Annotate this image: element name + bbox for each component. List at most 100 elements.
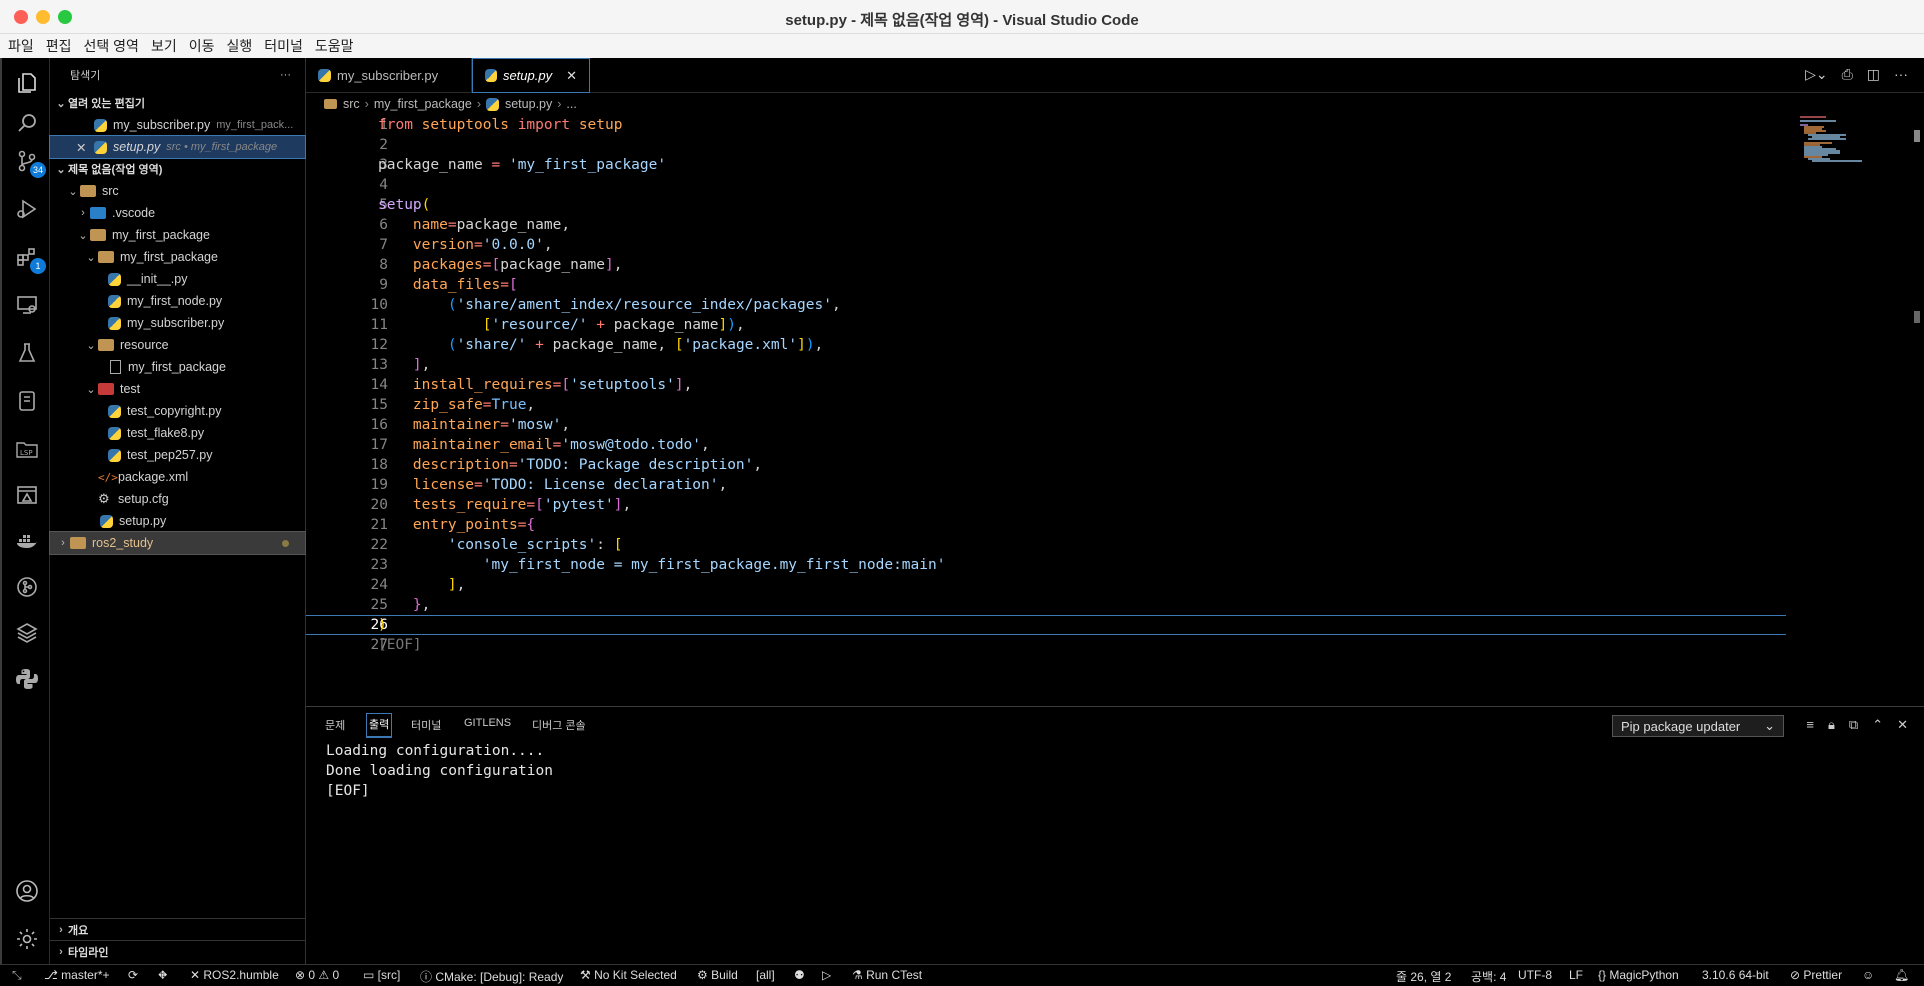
- source-control-icon[interactable]: 34: [14, 148, 46, 178]
- run-python-icon[interactable]: ▷⌄: [1805, 66, 1828, 83]
- tree-folder-ros2-study[interactable]: › ros2_study: [49, 531, 306, 555]
- tab-close-icon[interactable]: ✕: [566, 68, 577, 84]
- ctest-button[interactable]: ⚗ Run CTest: [852, 968, 922, 982]
- open-editor-item-active[interactable]: ✕ setup.py src • my_first_package: [49, 135, 306, 159]
- menu-file[interactable]: 파일: [8, 36, 34, 56]
- tree-folder-src[interactable]: ⌄ src: [50, 180, 305, 202]
- cursor-position[interactable]: 줄 26, 열 2: [1396, 968, 1451, 985]
- menu-selection[interactable]: 선택 영역: [84, 36, 139, 56]
- menu-go[interactable]: 이동: [189, 36, 215, 56]
- menu-help[interactable]: 도움말: [315, 36, 354, 56]
- tab-setup-py[interactable]: setup.py ✕: [472, 58, 590, 93]
- tab-terminal[interactable]: 터미널: [411, 717, 441, 733]
- tab-gitlens[interactable]: GITLENS: [464, 717, 511, 729]
- remote-explorer-icon[interactable]: [14, 292, 40, 318]
- scrollbar-thumb[interactable]: [1914, 130, 1920, 142]
- clear-output-icon[interactable]: ≡: [1806, 717, 1814, 733]
- layers-icon[interactable]: [14, 620, 40, 646]
- tree-folder-vscode[interactable]: › .vscode: [50, 202, 305, 224]
- tree-folder-test[interactable]: ⌄ test: [50, 378, 305, 400]
- menu-run[interactable]: 실행: [226, 36, 252, 56]
- outline-section[interactable]: › 개요: [50, 918, 306, 941]
- tab-output[interactable]: 출력: [366, 713, 393, 738]
- testing-flask-icon[interactable]: [14, 340, 40, 366]
- notifications-bell-icon[interactable]: 🔔︎: [1894, 968, 1909, 982]
- tree-file-package-xml[interactable]: </> package.xml: [50, 466, 305, 488]
- menu-view[interactable]: 보기: [151, 36, 177, 56]
- account-icon[interactable]: [14, 878, 40, 904]
- python-interpreter[interactable]: 3.10.6 64-bit: [1702, 968, 1769, 982]
- prettier-status[interactable]: ⊘ Prettier: [1790, 968, 1842, 982]
- search-icon[interactable]: [14, 110, 40, 136]
- notebook-icon[interactable]: [14, 388, 40, 414]
- end-of-line[interactable]: LF: [1569, 968, 1583, 982]
- tree-file-node[interactable]: my_first_node.py: [50, 290, 305, 312]
- ros-indicator[interactable]: ✕ ROS2.humble: [190, 968, 279, 982]
- tree-file-setup-cfg[interactable]: ⚙ setup.cfg: [50, 488, 305, 510]
- timeline-section[interactable]: › 타임라인: [50, 940, 306, 963]
- menu-edit[interactable]: 편집: [46, 36, 72, 56]
- tree-folder-package[interactable]: ⌄ my_first_package: [50, 224, 305, 246]
- breadcrumb-symbol[interactable]: ...: [566, 97, 576, 111]
- language-mode[interactable]: {} MagicPython: [1598, 968, 1679, 982]
- tree-file-copyright[interactable]: test_copyright.py: [50, 400, 305, 422]
- workspace-section[interactable]: ⌄ 제목 없음(작업 영역): [50, 158, 305, 180]
- indentation[interactable]: 공백: 4: [1471, 968, 1506, 985]
- tree-folder-resource[interactable]: ⌄ resource: [50, 334, 305, 356]
- breadcrumb-file[interactable]: setup.py: [505, 97, 552, 111]
- gitlens-icon[interactable]: [14, 574, 40, 600]
- menu-terminal[interactable]: 터미널: [264, 36, 303, 56]
- tree-file-resource[interactable]: my_first_package: [50, 356, 305, 378]
- split-editor-icon[interactable]: ◫: [1867, 66, 1880, 83]
- maximize-panel-icon[interactable]: ⌃: [1872, 717, 1883, 733]
- breadcrumb-src[interactable]: src: [343, 97, 360, 111]
- code-line-current: 26): [306, 615, 1786, 635]
- build-button[interactable]: ⚙ Build: [697, 968, 738, 982]
- feedback-icon[interactable]: ☺: [1862, 968, 1874, 982]
- python-icon[interactable]: [14, 666, 40, 692]
- settings-gear-icon[interactable]: [14, 926, 40, 952]
- minimap[interactable]: [1796, 115, 1906, 705]
- tab-problems[interactable]: 문제: [325, 717, 345, 733]
- debug-icon[interactable]: ⚉: [794, 968, 805, 982]
- more-actions-icon[interactable]: ···: [1894, 66, 1908, 83]
- close-panel-icon[interactable]: ✕: [1897, 717, 1908, 733]
- tree-file-subscriber[interactable]: my_subscriber.py: [50, 312, 305, 334]
- cmake-status[interactable]: ⓘ CMake: [Debug]: Ready: [420, 968, 563, 985]
- tab-debug-console[interactable]: 디버그 콘솔: [532, 717, 586, 733]
- tree-file-init[interactable]: __init__.py: [50, 268, 305, 290]
- tree-file-setup-py[interactable]: setup.py: [50, 510, 305, 532]
- remote-indicator-icon[interactable]: ⤡: [12, 968, 22, 983]
- sync-icon[interactable]: ⟳: [128, 968, 138, 982]
- copy-icon[interactable]: ⧉: [1849, 717, 1858, 733]
- open-editors-section[interactable]: ⌄ 열려 있는 편집기: [50, 92, 305, 114]
- explorer-icon[interactable]: [14, 70, 40, 96]
- print-icon[interactable]: ⎙: [1842, 66, 1853, 83]
- cmake-icon[interactable]: [14, 482, 40, 508]
- extensions-icon[interactable]: 1: [14, 244, 46, 274]
- git-branch[interactable]: ⎇ master*+: [44, 968, 110, 982]
- lsp-icon[interactable]: LSP: [14, 436, 40, 462]
- lock-icon[interactable]: 🔒︎: [1828, 717, 1835, 733]
- tree-file-flake8[interactable]: test_flake8.py: [50, 422, 305, 444]
- tree-file-pep257[interactable]: test_pep257.py: [50, 444, 305, 466]
- line-number: 16: [370, 417, 388, 433]
- open-editor-item[interactable]: my_subscriber.py my_first_pack...: [50, 114, 305, 136]
- code-editor[interactable]: 1 from setuptools import setup 2 3 package…: [306, 115, 1924, 705]
- code-line: 17 maintainer_email='mosw@todo.todo',: [306, 435, 1786, 455]
- run-icon[interactable]: ▷: [822, 968, 831, 982]
- breadcrumb-package[interactable]: my_first_package: [374, 97, 472, 111]
- git-graph-icon[interactable]: ⛖: [158, 968, 168, 983]
- tree-folder-package-inner[interactable]: ⌄ my_first_package: [50, 246, 305, 268]
- tab-my-subscriber[interactable]: my_subscriber.py: [306, 58, 472, 93]
- more-actions-icon[interactable]: ···: [280, 69, 291, 81]
- build-target[interactable]: [all]: [756, 968, 775, 982]
- encoding[interactable]: UTF-8: [1518, 968, 1552, 982]
- kit-selector[interactable]: ⚒ No Kit Selected: [580, 968, 677, 982]
- problems-indicator[interactable]: ⊗ 0 ⚠ 0: [295, 968, 339, 982]
- close-icon[interactable]: ✕: [76, 140, 94, 155]
- output-channel-select[interactable]: Pip package updater ⌄: [1612, 715, 1784, 737]
- folder-indicator[interactable]: ▭ [src]: [363, 968, 400, 982]
- docker-icon[interactable]: [14, 528, 40, 554]
- run-debug-icon[interactable]: [14, 196, 40, 222]
